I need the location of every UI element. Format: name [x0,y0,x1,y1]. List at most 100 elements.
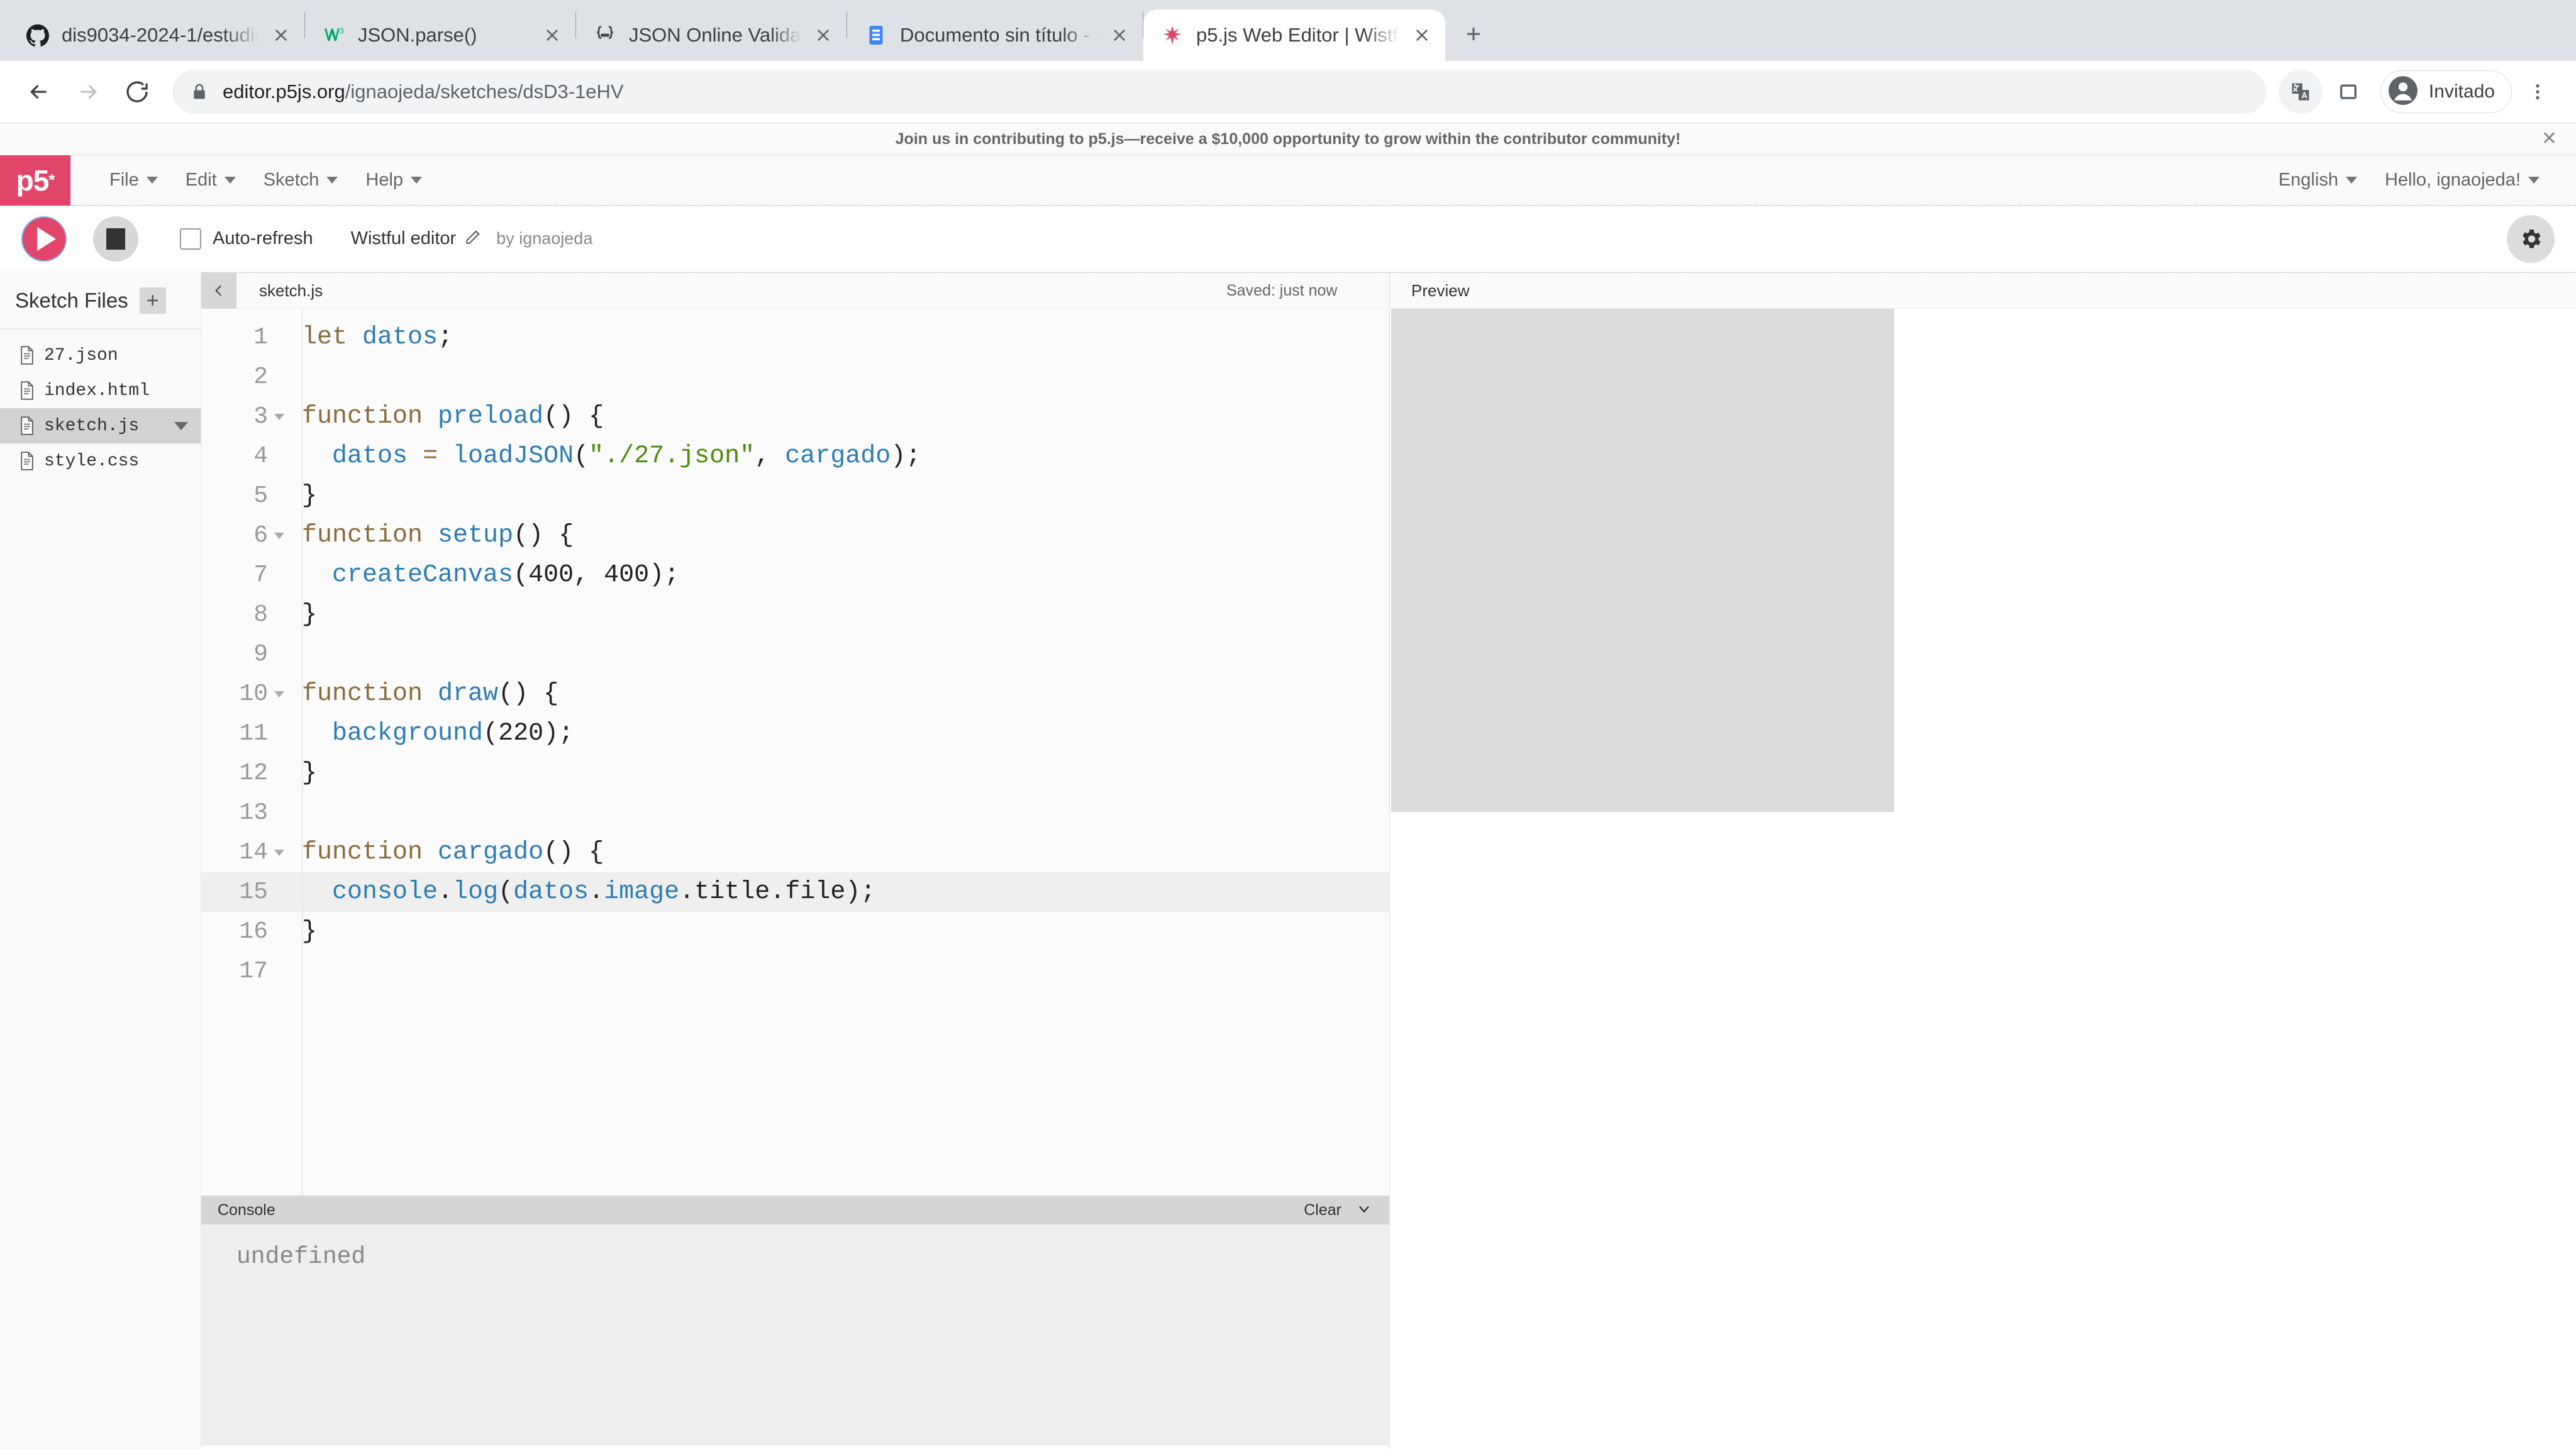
chevron-down-icon[interactable] [174,421,188,430]
code-line[interactable]: 16} [201,912,1389,952]
tab-close-icon[interactable] [1407,21,1436,50]
code-text: console.log(datos.image.title.file); [332,878,876,906]
json-icon [592,23,618,48]
console-clear-button[interactable]: Clear [1304,1201,1341,1219]
sketch-name[interactable]: Wistful editor [351,228,457,249]
back-icon[interactable] [16,69,62,114]
code-line[interactable]: 7 createCanvas(400, 400); [201,555,1389,595]
browser-tab[interactable]: 3 JSON.parse() [305,9,575,61]
collapse-sidebar-button[interactable] [201,272,236,309]
forward-icon [65,69,111,114]
new-tab-button[interactable] [1454,14,1493,53]
browser-tab[interactable]: Documento sin título - Docume [847,9,1143,61]
code-text: } [302,482,318,510]
autorefresh-label: Auto-refresh [213,228,313,248]
p5-menu: File Edit Sketch Help [96,170,436,191]
preview-canvas[interactable] [1391,309,1894,812]
code-text: datos = loadJSON("./27.json", cargado); [332,442,921,470]
code-line[interactable]: 5} [201,476,1389,516]
code-line[interactable]: 17 [201,952,1389,991]
fold-toggle[interactable] [272,532,302,539]
code-line[interactable]: 4 datos = loadJSON("./27.json", cargado)… [201,436,1389,476]
chevron-down-icon [411,177,423,184]
line-number: 14 [239,839,268,866]
browser-chrome: dis9034-2024-1/estudiantes/1 3 JSON.parse(… [0,0,2576,123]
browser-tab[interactable]: dis9034-2024-1/estudiantes/1 [9,9,304,61]
sidebar-title: Sketch Files [15,288,128,312]
fold-triangle-icon [274,691,284,697]
autorefresh-checkbox[interactable] [180,228,201,250]
language-selector[interactable]: English [2265,170,2371,191]
console-input-row[interactable] [201,1445,1389,1449]
preview-label: Preview [1411,280,1470,300]
chevron-down-icon [2345,177,2357,184]
sketch-author: by ignaojeda [496,229,593,248]
p5-menu-file[interactable]: File [96,170,172,191]
line-number: 16 [239,918,268,945]
sidepanel-icon[interactable] [2326,70,2370,114]
add-file-button[interactable]: + [139,287,166,314]
tab-close-icon[interactable] [809,21,838,50]
p5-menu-edit[interactable]: Edit [172,170,250,191]
code-line[interactable]: 11 background(220); [201,714,1389,753]
code-line[interactable]: 15 console.log(datos.image.title.file); [201,872,1389,912]
account-menu[interactable]: Hello, ignaojeda! [2371,170,2553,191]
tab-close-icon[interactable] [1105,21,1134,50]
console-actions: Clear [1304,1200,1373,1221]
browser-tab[interactable]: p5.js Web Editor | Wistful edito [1143,9,1445,61]
plus-icon [1467,28,1480,40]
code-line[interactable]: 2 [201,357,1389,397]
file-icon [19,381,35,400]
console-output: undefined [201,1224,1389,1445]
code-line[interactable]: 14 function cargado() { [201,833,1389,872]
settings-button[interactable] [2507,214,2555,263]
line-number: 3 [253,403,268,430]
p5-logo[interactable]: p5 * [0,155,70,206]
console-header: Console Clear [201,1196,1389,1224]
code-editor[interactable]: 1 let datos; 2 3 function preload() {4 datos… [201,309,1389,1196]
stop-button[interactable] [93,216,138,262]
address-bar[interactable]: editor.p5js.org/ignaojeda/sketches/dsD3-… [172,70,2266,114]
preview-column: Preview [1390,272,2576,1449]
browser-tab[interactable]: JSON Online Validator and For [576,9,847,61]
fold-triangle-icon [274,849,284,856]
p5-menu-sketch[interactable]: Sketch [250,170,352,191]
reload-icon[interactable] [114,69,160,114]
autorefresh-toggle[interactable]: Auto-refresh [180,228,313,250]
tab-title: JSON.parse() [358,24,477,46]
code-line[interactable]: 3 function preload() { [201,397,1389,436]
tab-title: dis9034-2024-1/estudiantes/1 [62,24,259,46]
file-item[interactable]: sketch.js [0,408,201,443]
contribution-banner: Join us in contributing to p5.js—receive… [0,123,2576,155]
p5-menu-help[interactable]: Help [352,170,436,191]
tab-close-icon[interactable] [267,21,296,50]
tab-title: Documento sin título - Docume [900,24,1097,46]
file-name: style.css [44,451,140,471]
line-number: 6 [253,522,268,549]
tab-close-icon[interactable] [538,21,567,50]
code-line[interactable]: 6 function setup() { [201,516,1389,555]
file-item[interactable]: 27.json [0,338,201,373]
code-line[interactable]: 9 [201,635,1389,674]
line-number: 13 [239,799,268,826]
translate-icon[interactable] [2278,70,2323,114]
code-line[interactable]: 8} [201,595,1389,635]
code-line[interactable]: 1 let datos; [201,318,1389,357]
code-text: let datos; [302,323,453,352]
fold-toggle[interactable] [272,691,302,697]
file-name: index.html [44,380,150,401]
file-item[interactable]: index.html [0,373,201,408]
code-line[interactable]: 10 function draw() { [201,674,1389,714]
more-menu-icon[interactable] [2516,70,2560,114]
play-button[interactable] [21,216,67,262]
fold-toggle[interactable] [272,413,302,420]
code-line[interactable]: 12} [201,753,1389,793]
file-item[interactable]: style.css [0,443,201,479]
chevron-down-icon[interactable] [1355,1200,1373,1221]
profile-button[interactable]: Invitado [2380,70,2512,113]
banner-close-icon[interactable]: ✕ [2541,130,2557,148]
code-line[interactable]: 13 [201,793,1389,833]
console-panel: Console Clear undefined [201,1196,1389,1449]
fold-toggle[interactable] [272,849,302,856]
pencil-icon[interactable] [465,229,481,248]
